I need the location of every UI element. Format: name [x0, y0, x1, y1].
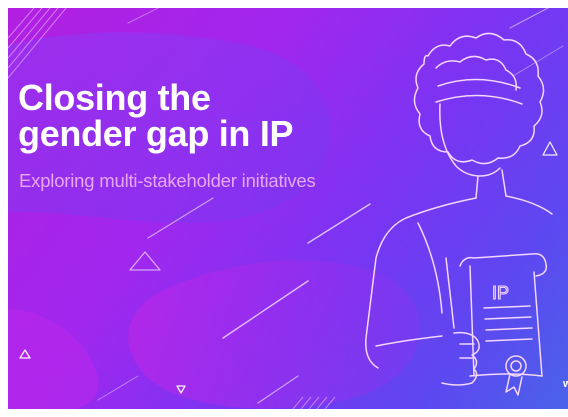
corner-mark: w	[563, 378, 568, 390]
background-blob-lower	[128, 260, 421, 409]
page-dots: . . . . . . . .	[20, 404, 123, 409]
ip-document-label: IP	[492, 283, 509, 303]
hero-banner: IP Closing the gender gap in IP Explorin…	[8, 8, 568, 409]
title-line-1: Closing the	[18, 77, 211, 118]
banner-artwork: IP	[8, 8, 564, 409]
page-subtitle: Exploring multi-stakeholder initiatives	[19, 170, 316, 191]
page-title: Closing the gender gap in IP	[18, 80, 378, 152]
frame: IP Closing the gender gap in IP Explorin…	[0, 0, 568, 417]
title-line-2: gender gap in IP	[18, 113, 294, 154]
ip-document-scroll-icon	[459, 252, 548, 396]
